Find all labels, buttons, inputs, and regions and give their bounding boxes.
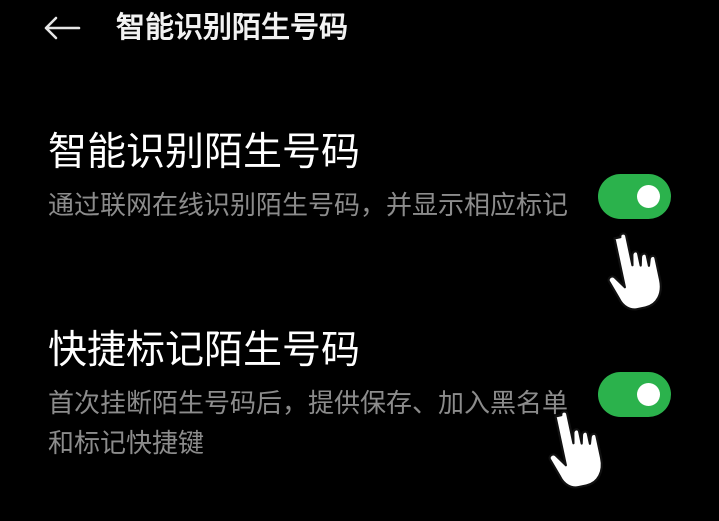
setting-title: 智能识别陌生号码	[48, 130, 361, 175]
toggle-knob	[637, 185, 660, 208]
setting-smart-identify: 智能识别陌生号码 通过联网在线识别陌生号码，并显示相应标记	[0, 120, 719, 280]
setting-quick-mark: 快捷标记陌生号码 首次挂断陌生号码后，提供保存、加入黑名单和标记快捷键	[0, 318, 719, 478]
header-bar: 智能识别陌生号码	[0, 0, 719, 56]
toggle-knob	[637, 383, 660, 406]
back-button[interactable]	[40, 8, 84, 48]
smart-identify-toggle[interactable]	[598, 174, 671, 219]
setting-description: 通过联网在线识别陌生号码，并显示相应标记	[48, 191, 569, 221]
setting-title: 快捷标记陌生号码	[48, 328, 361, 373]
page-title: 智能识别陌生号码	[116, 10, 349, 44]
quick-mark-toggle[interactable]	[598, 372, 671, 417]
arrow-left-icon	[44, 16, 81, 40]
setting-description: 首次挂断陌生号码后，提供保存、加入黑名单和标记快捷键	[48, 389, 569, 459]
